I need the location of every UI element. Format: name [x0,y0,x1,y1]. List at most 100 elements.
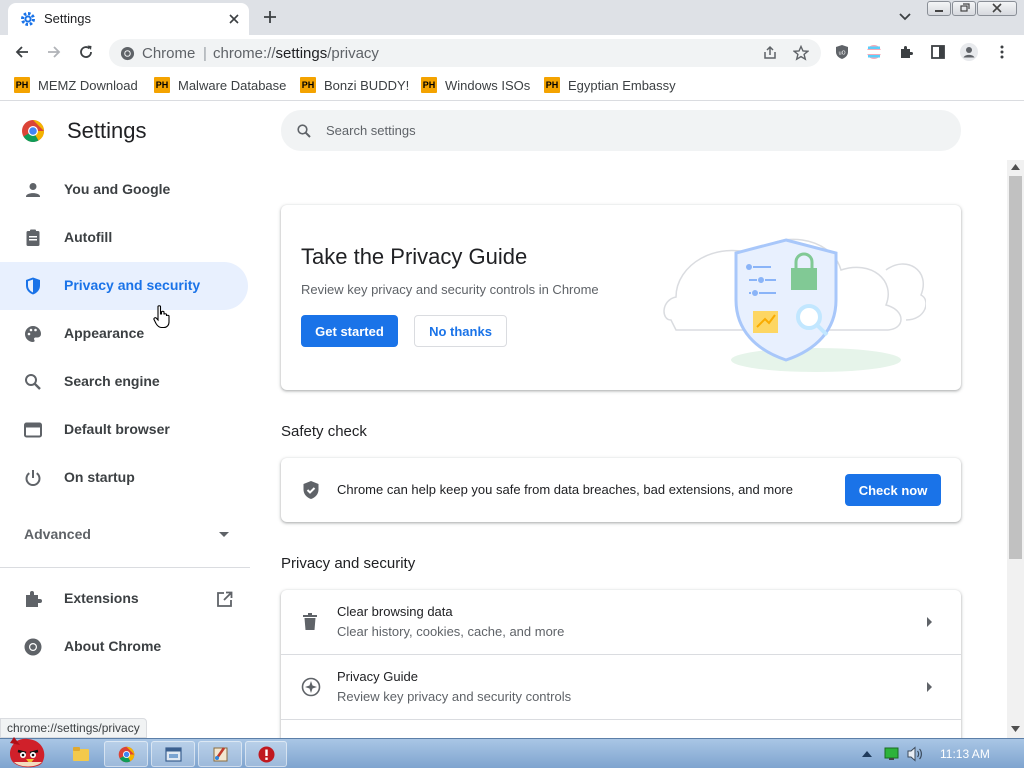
new-tab-icon[interactable] [262,9,278,25]
hand-cursor-icon [153,305,170,329]
side-panel-icon[interactable] [930,44,946,60]
privacy-guide-card: Take the Privacy Guide Review key privac… [281,205,961,390]
bookmark-memz-download[interactable]: PH MEMZ Download [14,76,138,94]
chrome-icon [120,46,135,61]
svg-text:uO: uO [838,51,845,57]
vertical-scrollbar[interactable] [1007,160,1024,738]
bookmark-favicon: PH [544,77,560,93]
row-subtitle: Clear history, cookies, cache, and more [337,624,565,639]
scroll-down-arrow-icon[interactable] [1011,726,1020,732]
taskbar-clock[interactable]: 11:13 AM [940,747,990,761]
sidebar-item-extensions[interactable]: Extensions [0,575,248,623]
profile-avatar-icon[interactable] [960,43,978,61]
privacy-guide-illustration [663,238,926,372]
sidebar-item-label: Appearance [64,325,145,341]
taskbar-chrome-button[interactable] [104,741,148,767]
bookmark-label: MEMZ Download [38,77,138,93]
reload-icon[interactable] [78,44,94,60]
sidebar-item-on-startup[interactable]: On startup [0,454,248,502]
sidebar-item-default-browser[interactable]: Default browser [0,406,248,454]
start-button-icon[interactable] [4,731,50,769]
bookmark-malware-database[interactable]: PH Malware Database [154,76,286,94]
volume-icon[interactable] [906,746,924,762]
power-icon [25,470,41,487]
scrollbar-thumb[interactable] [1009,176,1022,559]
window-close-button[interactable] [977,1,1017,16]
bookmark-favicon: PH [300,77,316,93]
chrome-icon [24,638,42,656]
open-external-icon [217,591,233,607]
no-thanks-button[interactable]: No thanks [414,315,507,347]
caret-down-icon[interactable] [219,532,229,538]
bookmark-favicon: PH [421,77,437,93]
chrome-logo-icon [22,120,44,142]
tab-strip: Settings [0,0,1024,35]
sidebar-item-about-chrome[interactable]: About Chrome [0,623,248,671]
clear-browsing-data-row[interactable]: Clear browsing data Clear history, cooki… [281,590,961,654]
explorer-icon[interactable] [72,746,90,762]
tab-title: Settings [44,11,91,26]
back-icon[interactable] [14,44,30,60]
palette-icon [25,326,41,342]
sidebar-item-search-engine[interactable]: Search engine [0,358,248,406]
extensions-icon[interactable] [898,44,914,60]
sidebar-item-label: Privacy and security [64,277,201,293]
privacy-guide-description: Review key privacy and security controls… [301,282,599,297]
safety-check-heading: Safety check [281,423,367,440]
close-icon [992,3,1002,13]
taskbar-paint-button[interactable] [198,741,242,767]
sidebar-item-label: You and Google [64,181,171,197]
sidebar-item-appearance[interactable]: Appearance [0,310,248,358]
sidebar-item-privacy-and-security[interactable]: Privacy and security [0,262,248,310]
share-icon[interactable] [762,45,778,61]
bookmarks-bar: PH MEMZ Download PH Malware Database PH … [0,69,1024,101]
chevron-right-icon [927,682,932,692]
ublock-icon[interactable]: uO [834,44,850,60]
sidebar-item-you-and-google[interactable]: You and Google [0,166,248,214]
flag-extension-icon[interactable] [866,44,882,60]
network-icon[interactable] [884,747,900,761]
restore-icon [960,3,970,12]
restore-button[interactable] [952,1,976,16]
close-icon[interactable] [226,11,242,27]
sidebar-item-label: Search engine [64,373,160,389]
forward-icon[interactable] [46,44,62,60]
kebab-menu-icon[interactable] [994,44,1010,60]
check-now-button[interactable]: Check now [845,474,941,506]
taskbar: 11:13 AM [0,737,1024,768]
scroll-up-arrow-icon[interactable] [1011,164,1020,170]
search-input[interactable] [326,120,926,140]
toolbar: Chrome | chrome://settings/privacy uO [0,35,1024,69]
get-started-button[interactable]: Get started [301,315,398,347]
bookmark-label: Egyptian Embassy [568,77,676,93]
address-bar[interactable]: Chrome | chrome://settings/privacy [109,39,821,67]
safety-check-card: Chrome can help keep you safe from data … [281,458,961,522]
privacy-guide-row[interactable]: Privacy Guide Review key privacy and sec… [281,655,961,719]
row-divider [281,719,961,720]
person-icon [26,183,40,197]
minimize-button[interactable] [927,1,951,16]
row-subtitle: Review key privacy and security controls [337,689,572,704]
sidebar-item-label: Autofill [64,229,113,245]
sidebar-item-autofill[interactable]: Autofill [0,214,248,262]
url-separator: | [203,45,207,62]
bookmark-favicon: PH [14,77,30,93]
chevron-right-icon [927,617,932,627]
star-icon[interactable] [793,45,809,61]
taskbar-window-button[interactable] [151,741,195,767]
bookmark-bonzi-buddy[interactable]: PH Bonzi BUDDY! [300,76,409,94]
shield-icon [26,277,40,295]
row-title: Clear browsing data [337,604,453,619]
paint-icon [213,747,228,762]
tab-settings[interactable]: Settings [8,3,249,35]
bookmark-windows-isos[interactable]: PH Windows ISOs [421,76,530,94]
sidebar-advanced-toggle[interactable]: Advanced [24,526,91,542]
tray-expand-icon[interactable] [862,750,872,757]
chevron-down-icon[interactable] [898,10,912,24]
search-icon [25,374,41,390]
taskbar-alert-button[interactable] [245,741,287,767]
bookmark-egyptian-embassy[interactable]: PH Egyptian Embassy [544,76,676,94]
bookmark-label: Windows ISOs [445,77,531,93]
gear-icon [21,12,35,26]
search-box [281,110,961,151]
